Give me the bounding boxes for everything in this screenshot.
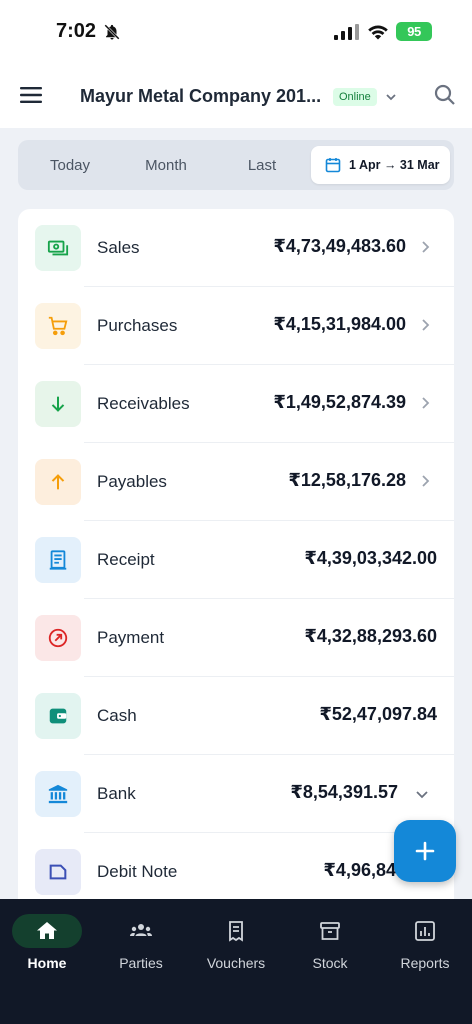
list-item-cash[interactable]: Cash ₹52,47,097.84 — [18, 677, 454, 755]
nav-reports[interactable]: Reports — [378, 911, 472, 981]
row-label: Purchases — [97, 316, 178, 335]
signal-icon — [334, 24, 359, 40]
bottom-navigation: Home Parties Vouchers Stock Reports — [0, 899, 472, 1024]
chevron-down-icon[interactable] — [384, 90, 398, 104]
tab-today[interactable]: Today — [26, 140, 114, 190]
nav-label: Reports — [400, 955, 450, 971]
row-amount: ₹4,32,88,293.60 — [304, 626, 437, 646]
period-selector: Today Month Last 1 Apr → 31 Mar — [18, 140, 454, 190]
search-icon[interactable] — [434, 84, 456, 106]
chevron-right-icon — [422, 319, 430, 331]
plus-icon — [415, 841, 435, 861]
row-amount: ₹4,39,03,342.00 — [304, 548, 437, 568]
chevron-right-icon — [422, 475, 430, 487]
cart-icon — [35, 303, 81, 349]
row-label: Receivables — [97, 394, 190, 413]
row-label: Bank — [97, 784, 136, 803]
nav-home[interactable]: Home — [0, 911, 94, 981]
nav-label: Home — [27, 955, 67, 971]
status-bar: 7:02 95 — [0, 0, 472, 64]
list-item-sales[interactable]: Sales ₹4,73,49,483.60 — [18, 209, 454, 287]
list-item-payables[interactable]: Payables ₹12,58,176.28 — [18, 443, 454, 521]
battery-indicator: 95 — [396, 22, 432, 41]
online-badge: Online — [333, 88, 377, 106]
row-label: Payment — [97, 628, 165, 647]
chevron-right-icon — [422, 241, 430, 253]
list-item-receivables[interactable]: Receivables ₹1,49,52,874.39 — [18, 365, 454, 443]
row-label: Cash — [97, 706, 137, 725]
nav-vouchers[interactable]: Vouchers — [189, 911, 283, 981]
row-label: Sales — [97, 238, 140, 257]
tab-last[interactable]: Last — [218, 140, 306, 190]
bank-icon — [35, 771, 81, 817]
chevron-right-icon — [422, 397, 430, 409]
nav-label: Parties — [119, 955, 163, 971]
chevron-down-icon[interactable] — [414, 788, 430, 802]
row-amount: ₹8,54,391.57 — [290, 782, 398, 802]
row-amount: ₹4,73,49,483.60 — [273, 236, 406, 256]
row-amount: ₹1,49,52,874.39 — [273, 392, 406, 412]
box-icon — [295, 914, 365, 948]
row-label: Receipt — [97, 550, 155, 569]
row-amount: ₹52,47,097.84 — [319, 704, 437, 724]
row-amount: ₹4,15,31,984.00 — [273, 314, 406, 334]
list-item-payment[interactable]: Payment ₹4,32,88,293.60 — [18, 599, 454, 677]
calendar-icon — [325, 158, 341, 173]
add-button[interactable] — [394, 820, 456, 882]
app-header: Mayur Metal Company 201... Online — [0, 64, 472, 128]
row-amount: ₹4,96,84 — [323, 860, 396, 880]
nav-stock[interactable]: Stock — [283, 911, 377, 981]
home-icon — [12, 914, 82, 948]
report-chart-icon — [390, 914, 460, 948]
battery-level: 95 — [407, 24, 421, 39]
row-amount: ₹12,58,176.28 — [288, 470, 406, 490]
arrow-down-icon — [35, 381, 81, 427]
list-item-debit-note[interactable]: Debit Note ₹4,96,84 — [18, 833, 454, 909]
tab-month[interactable]: Month — [122, 140, 210, 190]
voucher-icon — [201, 914, 271, 948]
nav-parties[interactable]: Parties — [94, 911, 188, 981]
arrow-up-icon — [35, 459, 81, 505]
debit-note-icon — [35, 849, 81, 895]
people-icon — [106, 914, 176, 948]
list-item-purchases[interactable]: Purchases ₹4,15,31,984.00 — [18, 287, 454, 365]
list-item-bank[interactable]: Bank ₹8,54,391.57 — [18, 755, 454, 833]
date-range-label: 1 Apr → 31 Mar — [349, 158, 440, 172]
row-label: Payables — [97, 472, 167, 491]
list-item-receipt[interactable]: Receipt ₹4,39,03,342.00 — [18, 521, 454, 599]
bell-off-icon — [104, 24, 120, 40]
payment-icon — [35, 615, 81, 661]
banknote-icon — [35, 225, 81, 271]
summary-list: Sales ₹4,73,49,483.60 Purchases ₹4,15,31… — [18, 209, 454, 909]
nav-label: Vouchers — [206, 955, 266, 971]
receipt-icon — [35, 537, 81, 583]
row-label: Debit Note — [97, 862, 178, 881]
tab-date-range[interactable]: 1 Apr → 31 Mar — [311, 146, 450, 184]
company-name[interactable]: Mayur Metal Company 201... — [80, 86, 321, 107]
nav-label: Stock — [312, 955, 348, 971]
menu-icon[interactable] — [20, 84, 42, 106]
wifi-icon — [368, 25, 388, 40]
wallet-icon — [35, 693, 81, 739]
status-time: 7:02 — [56, 20, 97, 42]
